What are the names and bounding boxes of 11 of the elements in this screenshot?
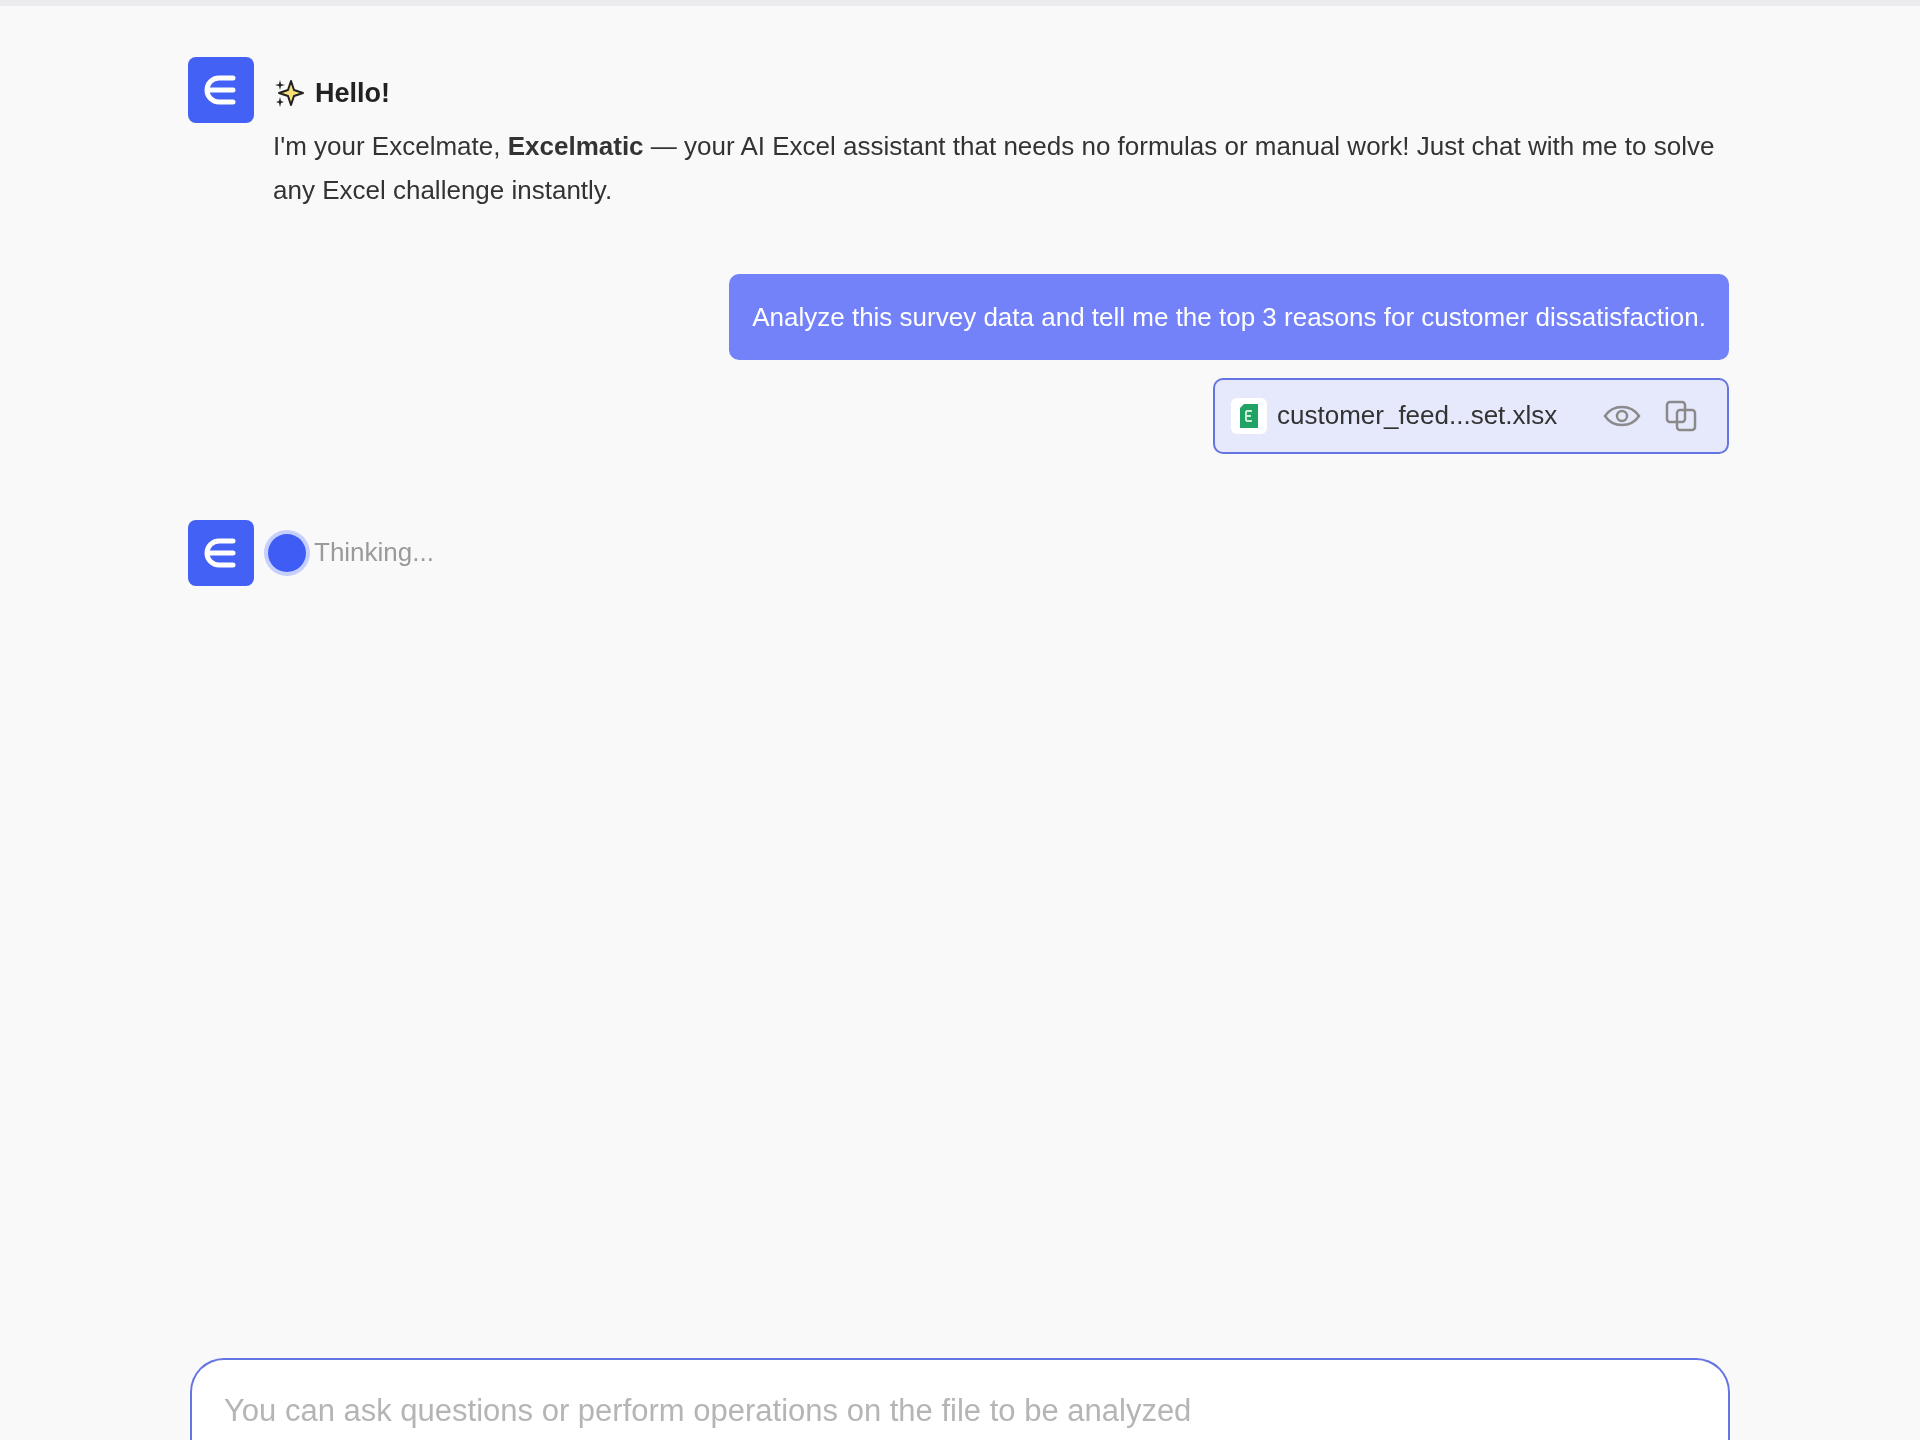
message-input[interactable]: You can ask questions or perform operations on the file to be analyzed [190,1358,1730,1440]
file-attachment[interactable]: customer_feed...set.xlsx [1213,377,1729,454]
eye-icon[interactable] [1603,403,1641,428]
greeting-message: I'm your Excelmate, Excelmatic — your AI Excel assistant that needs no formulas or manual work! Just chat with me to solve any Excel challenge instantly. [273,129,1716,207]
greeting-title: Hello! [315,77,390,110]
thinking-status: Thinking... [314,536,434,569]
spreadsheet-icon [1240,403,1258,428]
user-message-bubble: Analyze this survey data and tell me the top 3 reasons for customer dissatisfaction. [729,273,1729,360]
message-input-field[interactable]: You can ask questions or perform operations on the file to be analyzed [224,1388,1696,1435]
copy-icon[interactable] [1665,399,1697,432]
file-name: customer_feed...set.xlsx [1277,399,1559,432]
